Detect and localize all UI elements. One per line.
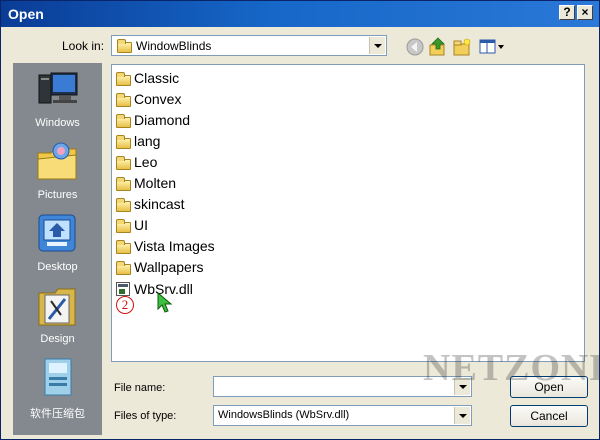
lookin-value: WindowBlinds xyxy=(136,39,212,53)
list-item-folder[interactable]: skincast xyxy=(114,194,204,215)
help-button[interactable]: ? xyxy=(559,5,575,20)
file-name: Vista Images xyxy=(134,238,215,254)
window-title: Open xyxy=(8,6,44,22)
cancel-button[interactable]: Cancel xyxy=(510,405,588,427)
place-label-design: Design xyxy=(40,333,75,345)
place-label-windows: Windows xyxy=(35,117,80,129)
pictures-folder-icon xyxy=(37,142,77,180)
place-label-pictures: Pictures xyxy=(37,189,78,201)
folder-icon xyxy=(116,261,131,275)
file-name: Molten xyxy=(134,175,177,191)
list-item-folder[interactable]: Leo xyxy=(114,152,204,173)
place-label-desktop: Desktop xyxy=(37,261,78,273)
title-bar[interactable]: Open ? × xyxy=(1,1,599,27)
back-icon[interactable] xyxy=(405,37,425,57)
filetype-value: WindowsBlinds (WbSrv.dll) xyxy=(218,409,350,421)
list-item-folder[interactable]: Wallpapers xyxy=(114,257,224,278)
filetype-select[interactable]: WindowsBlinds (WbSrv.dll) xyxy=(213,405,472,426)
mouse-cursor-icon xyxy=(157,291,173,313)
file-name: skincast xyxy=(134,196,185,212)
folder-icon xyxy=(116,177,131,191)
lookin-combo[interactable]: WindowBlinds xyxy=(111,35,387,56)
filename-label: File name: xyxy=(114,382,166,394)
folder-icon xyxy=(116,156,131,170)
chevron-down-icon[interactable] xyxy=(454,407,470,424)
folder-icon xyxy=(117,39,132,53)
filetype-label: Files of type: xyxy=(114,410,177,422)
folder-icon xyxy=(116,93,131,107)
list-item-folder[interactable]: Diamond xyxy=(114,110,204,131)
file-name: Classic xyxy=(134,70,180,86)
file-name: lang xyxy=(134,133,161,149)
up-folder-icon[interactable] xyxy=(428,37,448,57)
design-icon xyxy=(38,288,76,326)
place-archive[interactable]: 软件压缩包 xyxy=(13,353,102,425)
desktop-icon xyxy=(38,214,76,252)
file-name: Convex xyxy=(134,91,182,107)
file-name: Leo xyxy=(134,154,158,170)
places-bar: Windows Pictures Desktop Design 软件压缩包 xyxy=(13,63,102,435)
place-label-archive: 软件压缩包 xyxy=(30,408,85,420)
file-name: Wallpapers xyxy=(134,259,204,275)
computer-icon xyxy=(38,72,78,104)
lookin-label: Look in: xyxy=(62,39,105,53)
folder-icon xyxy=(116,240,131,254)
list-item-folder[interactable]: Molten xyxy=(114,173,204,194)
folder-icon xyxy=(116,114,131,128)
list-item-folder[interactable]: UI xyxy=(114,215,204,236)
watermark: NETZONE xyxy=(423,347,600,389)
file-name: UI xyxy=(134,217,148,233)
open-dialog: Open ? × Look in: WindowBlinds Windows P… xyxy=(0,0,600,440)
view-menu-icon[interactable] xyxy=(478,37,506,57)
place-windows[interactable]: Windows xyxy=(13,65,102,137)
place-pictures[interactable]: Pictures xyxy=(13,137,102,209)
list-item-folder[interactable]: Convex xyxy=(114,89,204,110)
folder-icon xyxy=(116,72,131,86)
list-item-folder[interactable]: Classic xyxy=(114,68,204,89)
close-button[interactable]: × xyxy=(577,5,593,20)
list-item-folder[interactable]: Vista Images xyxy=(114,236,234,257)
folder-icon xyxy=(116,135,131,149)
folder-icon xyxy=(116,198,131,212)
list-item-folder[interactable]: lang xyxy=(114,131,204,152)
file-list[interactable]: Classic Convex Diamond lang Leo Molten s… xyxy=(111,64,585,362)
folder-icon xyxy=(116,219,131,233)
new-folder-icon[interactable] xyxy=(452,37,472,57)
dll-file-icon xyxy=(116,282,130,296)
archive-icon xyxy=(44,358,72,396)
file-name: Diamond xyxy=(134,112,191,128)
chevron-down-icon[interactable] xyxy=(369,37,385,54)
place-desktop[interactable]: Desktop xyxy=(13,209,102,281)
step-number-badge: 2 xyxy=(116,296,134,314)
place-design[interactable]: Design xyxy=(13,281,102,353)
